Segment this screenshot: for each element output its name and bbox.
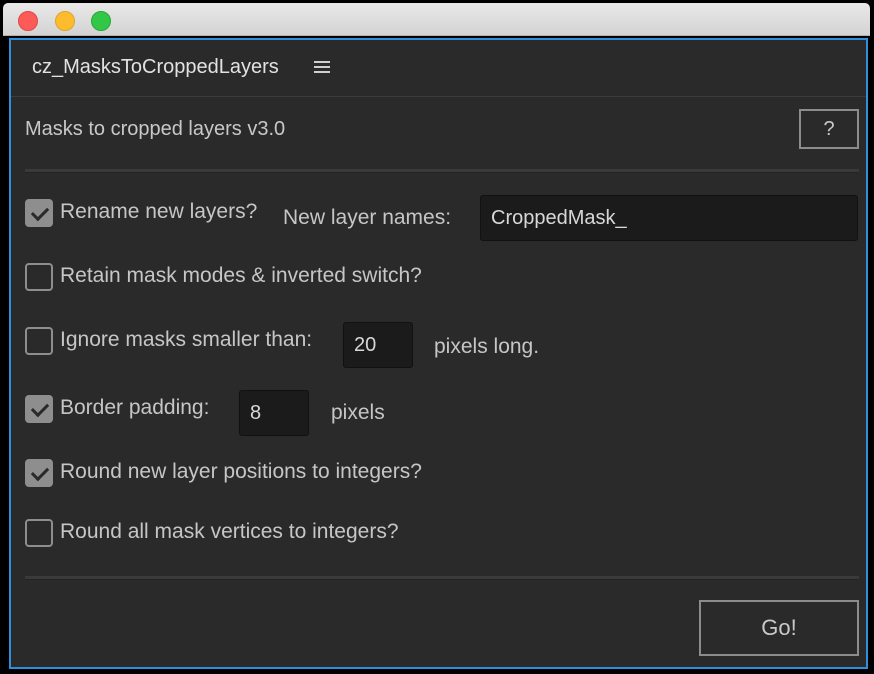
minimize-window-button[interactable] — [55, 11, 75, 31]
padding-label: Border padding: — [60, 396, 210, 419]
divider — [25, 576, 859, 580]
script-panel: cz_MasksToCroppedLayers Masks to cropped… — [9, 38, 868, 669]
divider — [25, 169, 859, 173]
script-heading: Masks to cropped layers v3.0 — [25, 118, 286, 140]
rename-checkbox[interactable] — [25, 199, 53, 227]
round-vertices-checkbox[interactable] — [25, 519, 53, 547]
panel-header: cz_MasksToCroppedLayers — [11, 40, 866, 97]
window-titlebar — [3, 3, 870, 36]
ignore-size-input[interactable]: 20 — [343, 322, 413, 368]
retain-checkbox[interactable] — [25, 263, 53, 291]
padding-input[interactable]: 8 — [239, 390, 309, 436]
padding-checkbox[interactable] — [25, 395, 53, 423]
help-button[interactable]: ? — [799, 109, 859, 149]
retain-label: Retain mask modes & inverted switch? — [60, 264, 422, 287]
rename-label: Rename new layers? — [60, 200, 258, 223]
round-positions-checkbox[interactable] — [25, 459, 53, 487]
go-button[interactable]: Go! — [699, 600, 859, 656]
maximize-window-button[interactable] — [91, 11, 111, 31]
hamburger-menu-icon[interactable] — [314, 61, 330, 75]
panel-title: cz_MasksToCroppedLayers — [32, 56, 279, 78]
padding-suffix: pixels — [331, 401, 385, 424]
ignore-label: Ignore masks smaller than: — [60, 328, 313, 351]
close-window-button[interactable] — [18, 11, 38, 31]
round-positions-label: Round new layer positions to integers? — [60, 460, 422, 483]
ignore-checkbox[interactable] — [25, 327, 53, 355]
layer-names-label: New layer names: — [283, 206, 452, 229]
layer-names-input[interactable]: CroppedMask_ — [480, 195, 858, 241]
ignore-suffix: pixels long. — [434, 335, 540, 358]
round-vertices-label: Round all mask vertices to integers? — [60, 520, 399, 543]
